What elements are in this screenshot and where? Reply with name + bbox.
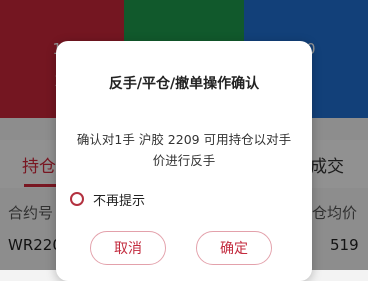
dialog-message: 确认对1手 沪胶 2209 可用持仓以对手价进行反手 — [76, 132, 292, 168]
radio-icon[interactable] — [70, 192, 84, 206]
cancel-button[interactable]: 取消 — [90, 231, 166, 265]
confirm-dialog: 反手/平仓/撤单操作确认 确认对1手 沪胶 2209 可用持仓以对手价进行反手 … — [56, 41, 312, 281]
dialog-title: 反手/平仓/撤单操作确认 — [108, 76, 260, 92]
confirm-button[interactable]: 确定 — [196, 231, 272, 265]
dont-remind-option[interactable]: 不再提示 — [70, 189, 145, 209]
dont-remind-label: 不再提示 — [93, 193, 146, 209]
